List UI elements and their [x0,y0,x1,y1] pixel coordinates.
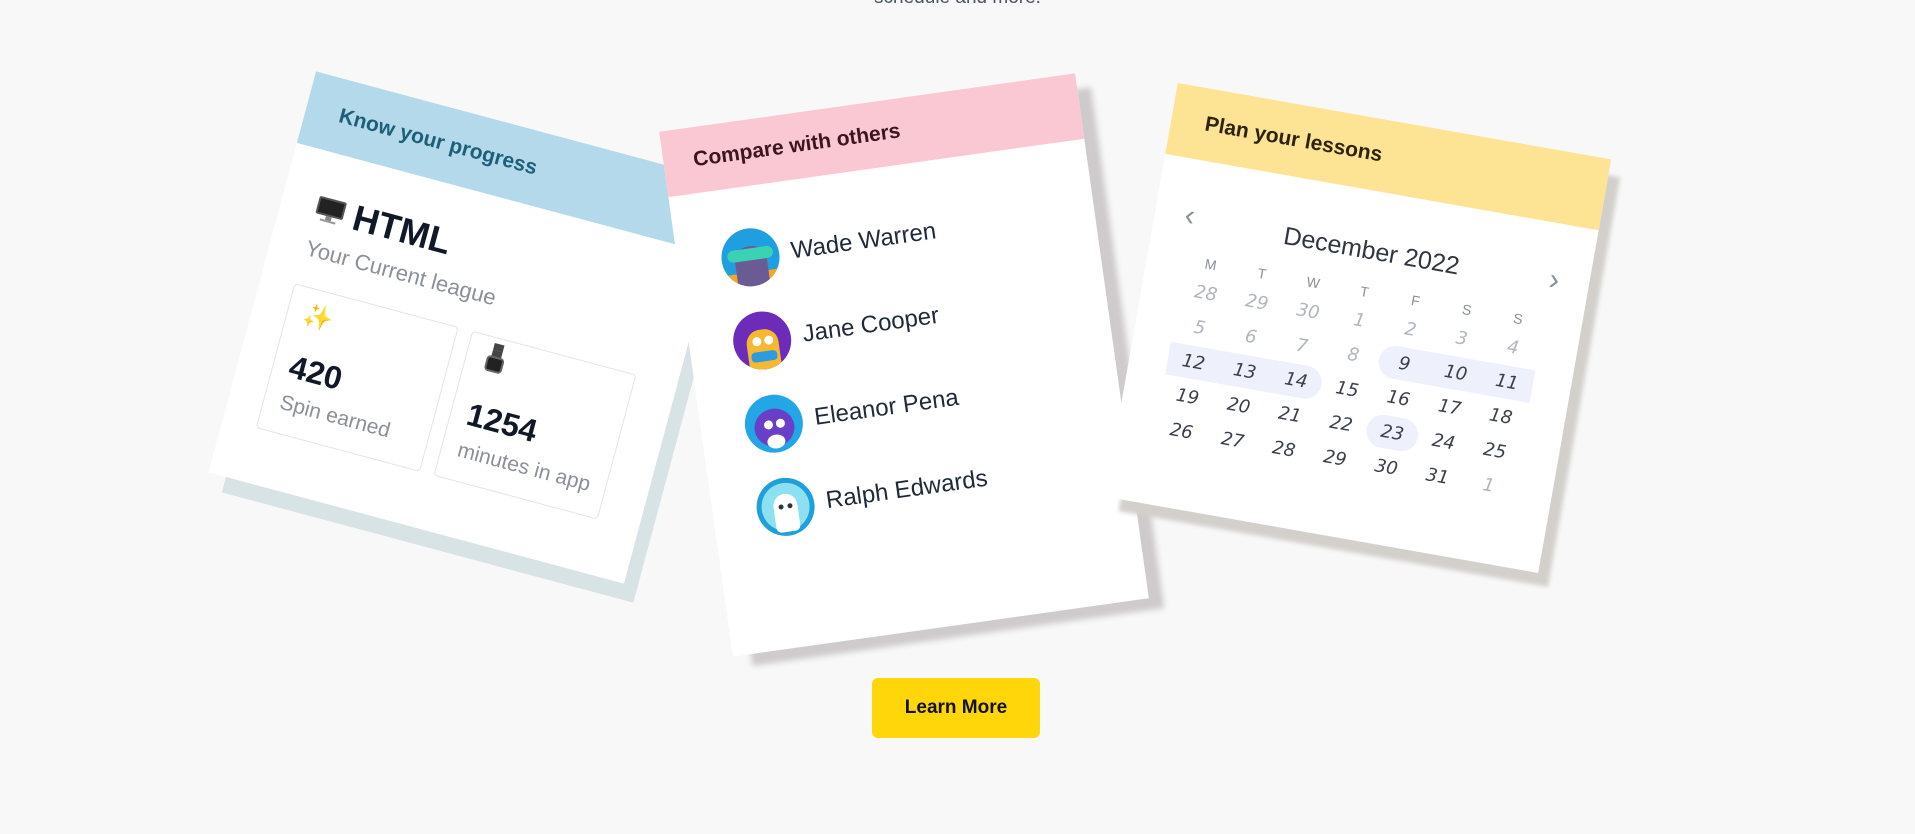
calendar-day[interactable]: 28 [1255,429,1312,471]
person-row: Ralph Edwards [752,450,992,540]
stat-value: 420 [285,348,347,397]
person-row: Eleanor Pena [741,369,962,457]
progress-card: Know your progress HTML Your Current lea… [208,71,732,584]
person-name: Wade Warren [789,217,938,265]
sparkles-icon: ✨ [300,300,337,335]
person-row: Jane Cooper [729,287,942,374]
calendar-day[interactable]: 29 [1307,438,1364,480]
monitor-icon [314,195,348,226]
person-name: Ralph Edwards [824,464,990,515]
intro-text: schedule and more. [0,0,1915,9]
avatar [752,474,819,540]
calendar-card-header: Plan your lessons [1165,82,1612,231]
person-row: Wade Warren [717,203,940,291]
calendar-day[interactable]: 27 [1204,420,1261,462]
calendar-day[interactable]: 2 [1382,309,1439,351]
avatar [717,224,784,291]
stat-spin-earned: ✨ 420 Spin earned [255,283,459,472]
person-name: Jane Cooper [800,301,941,348]
stat-label: Spin earned [277,390,393,443]
compare-card: Compare with others Wade Warren Jane Coo… [659,73,1149,657]
stat-minutes-in-app: 1254 minutes in app [433,330,637,520]
calendar-day[interactable]: 26 [1153,411,1210,453]
calendar-grid: M T W T F S S 28 29 30 1 2 3 4 5 6 7 8 9… [1153,249,1546,506]
calendar-card: Plan your lessons ‹ December 2022 › M T … [1104,82,1612,574]
person-name: Eleanor Pena [812,383,961,431]
compare-card-header: Compare with others [659,73,1085,198]
avatar [729,307,795,374]
calendar-day[interactable]: 16 [1370,378,1427,420]
avatar [741,390,807,457]
calendar-day[interactable]: 30 [1358,447,1415,489]
calendar-day[interactable]: 1 [1460,465,1517,507]
calendar-day[interactable]: 31 [1409,456,1466,498]
learn-more-button[interactable]: Learn More [872,678,1040,738]
